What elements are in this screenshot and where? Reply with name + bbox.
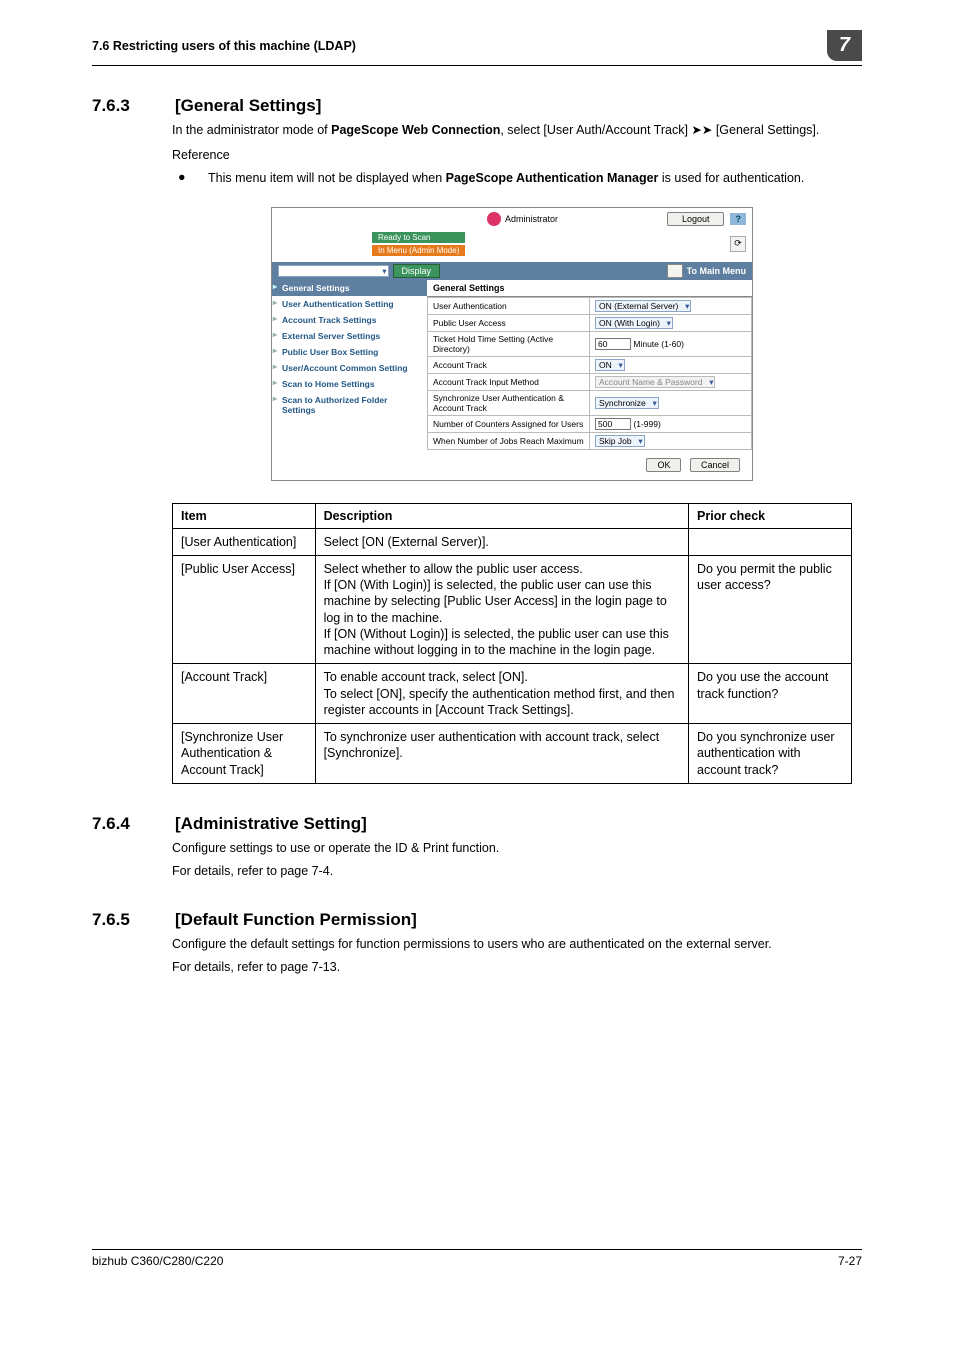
cancel-button[interactable]: Cancel — [690, 458, 740, 472]
table-row: [Account Track] To enable account track,… — [173, 664, 852, 724]
ticket-hold-input[interactable]: 60 — [595, 338, 631, 350]
device-status: Ready to Scan In Menu (Admin Mode) — [372, 232, 465, 256]
embedded-screenshot: Administrator Logout ? Ready to Scan In … — [271, 207, 753, 481]
counters-input[interactable]: 500 — [595, 418, 631, 430]
reference-bullet: ● This menu item will not be displayed w… — [172, 170, 852, 187]
section-765-heading: 7.6.5 [Default Function Permission] — [92, 910, 862, 930]
display-button[interactable]: Display — [393, 264, 441, 278]
page-header: 7.6 Restricting users of this machine (L… — [92, 30, 862, 66]
sidebar-item-public-user-box[interactable]: Public User Box Setting — [272, 344, 427, 360]
section-dropdown[interactable]: User Auth/Account Track — [278, 265, 389, 277]
panel-title: General Settings — [427, 280, 752, 297]
section-765-p2: For details, refer to page 7-13. — [172, 959, 852, 976]
row-sync: Synchronize User Authentication & Accoun… — [428, 390, 752, 415]
jobs-max-select[interactable]: Skip Job — [595, 435, 645, 447]
section-number: 7.6.5 — [92, 910, 147, 930]
row-account-track: Account Track ON — [428, 356, 752, 373]
sidebar-item-ext-server[interactable]: External Server Settings — [272, 328, 427, 344]
side-nav: General Settings User Authentication Set… — [272, 280, 427, 480]
section-764-p2: For details, refer to page 7-4. — [172, 863, 852, 880]
at-input-method-select[interactable]: Account Name & Password — [595, 376, 715, 388]
sync-select[interactable]: Synchronize — [595, 397, 659, 409]
table-row: [Public User Access] Select whether to a… — [173, 555, 852, 664]
to-main-menu[interactable]: To Main Menu — [667, 264, 746, 278]
account-track-select[interactable]: ON — [595, 359, 625, 371]
sidebar-item-general-settings[interactable]: General Settings — [272, 280, 427, 296]
logout-button[interactable]: Logout — [667, 212, 725, 226]
help-icon[interactable]: ? — [730, 213, 746, 225]
section-title: [General Settings] — [175, 96, 321, 116]
section-764-heading: 7.6.4 [Administrative Setting] — [92, 814, 862, 834]
reference-label: Reference — [172, 147, 852, 164]
section-764-p1: Configure settings to use or operate the… — [172, 840, 852, 857]
section-title: [Default Function Permission] — [175, 910, 417, 930]
table-row: [Synchronize User Authentication & Accou… — [173, 724, 852, 784]
row-user-auth: User Authentication ON (External Server) — [428, 297, 752, 314]
section-763-intro: In the administrator mode of PageScope W… — [172, 122, 852, 139]
th-desc: Description — [315, 503, 688, 528]
row-ticket-hold: Ticket Hold Time Setting (Active Directo… — [428, 331, 752, 356]
menu-icon — [667, 264, 683, 278]
refresh-icon[interactable]: ⟳ — [730, 236, 746, 252]
bullet-dot-icon: ● — [172, 170, 208, 187]
th-item: Item — [173, 503, 316, 528]
user-auth-select[interactable]: ON (External Server) — [595, 300, 691, 312]
section-number: 7.6.4 — [92, 814, 147, 834]
section-title: [Administrative Setting] — [175, 814, 367, 834]
section-763-heading: 7.6.3 [General Settings] — [92, 96, 862, 116]
sidebar-item-user-auth-setting[interactable]: User Authentication Setting — [272, 296, 427, 312]
footer-model: bizhub C360/C280/C220 — [92, 1254, 223, 1268]
footer-page: 7-27 — [838, 1254, 862, 1268]
chapter-badge: 7 — [827, 30, 862, 61]
row-public-user: Public User Access ON (With Login) — [428, 314, 752, 331]
row-at-input-method: Account Track Input Method Account Name … — [428, 373, 752, 390]
page-footer: bizhub C360/C280/C220 7-27 — [92, 1249, 862, 1268]
sidebar-item-scan-home[interactable]: Scan to Home Settings — [272, 376, 427, 392]
table-row: [User Authentication] Select [ON (Extern… — [173, 528, 852, 555]
row-counters: Number of Counters Assigned for Users 50… — [428, 415, 752, 432]
sidebar-item-scan-auth-folder[interactable]: Scan to Authorized Folder Settings — [272, 392, 427, 418]
th-prior: Prior check — [689, 503, 852, 528]
section-number: 7.6.3 — [92, 96, 147, 116]
admin-label: Administrator — [487, 212, 558, 226]
sidebar-item-account-track[interactable]: Account Track Settings — [272, 312, 427, 328]
row-jobs-max: When Number of Jobs Reach Maximum Skip J… — [428, 432, 752, 449]
settings-description-table: Item Description Prior check [User Authe… — [172, 503, 852, 784]
admin-icon — [487, 212, 501, 226]
ok-button[interactable]: OK — [646, 458, 681, 472]
sidebar-item-user-account-common[interactable]: User/Account Common Setting — [272, 360, 427, 376]
section-765-p1: Configure the default settings for funct… — [172, 936, 852, 953]
public-user-select[interactable]: ON (With Login) — [595, 317, 673, 329]
header-section-path: 7.6 Restricting users of this machine (L… — [92, 39, 356, 53]
